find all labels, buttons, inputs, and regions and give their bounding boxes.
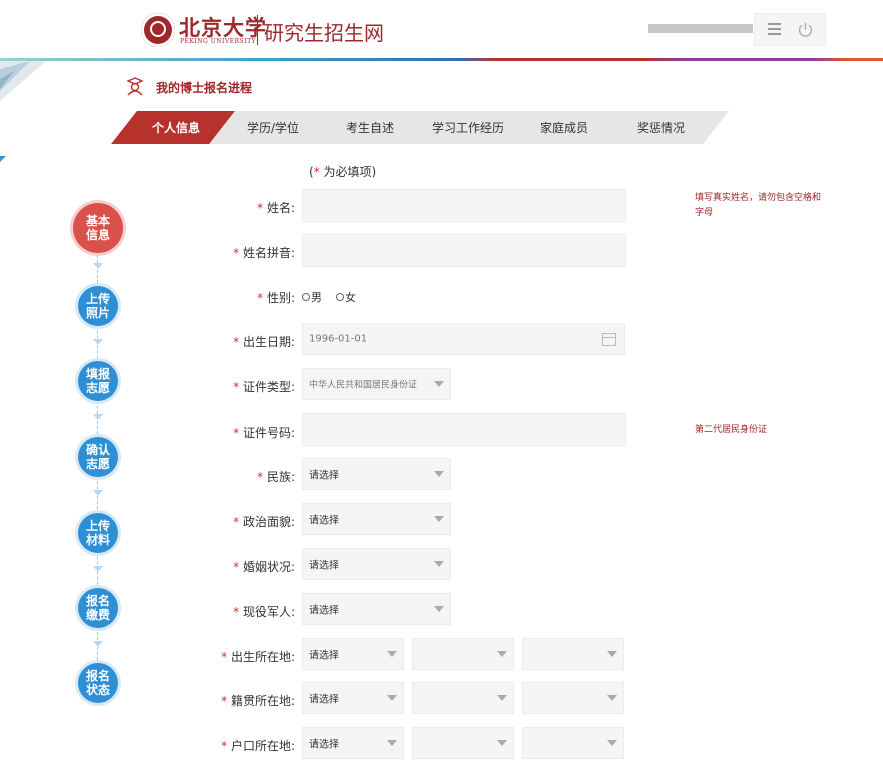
name-input[interactable] — [302, 189, 626, 222]
native-city-select[interactable] — [412, 682, 514, 714]
step-basic-info[interactable]: 基本信息 — [73, 203, 123, 253]
gender-radio-group: 男 女 — [302, 289, 370, 305]
site-header: 北京大学 PEKING UNIVERSITY 研究生招生网 — [0, 0, 883, 58]
header-toolbox — [754, 13, 826, 46]
graduate-icon — [126, 77, 144, 96]
nation-select[interactable]: 请选择 — [302, 458, 451, 490]
progress-title: 我的博士报名进程 — [156, 81, 253, 95]
native-label: * 籍贯所在地: — [221, 694, 295, 708]
birthplace-province-select[interactable]: 请选择 — [302, 638, 404, 670]
marital-select[interactable]: 请选择 — [302, 548, 451, 580]
step-upload-photo[interactable]: 上传照片 — [78, 286, 118, 326]
chevron-down-icon — [497, 695, 507, 701]
university-seal-icon[interactable] — [141, 13, 175, 47]
name-label: * 姓名: — [257, 201, 295, 215]
step-arrow-icon — [93, 339, 103, 345]
pinyin-input[interactable] — [302, 234, 626, 267]
hukou-province-select[interactable]: 请选择 — [302, 727, 404, 759]
nation-value: 请选择 — [309, 470, 339, 482]
step-confirm-application[interactable]: 确认志愿 — [78, 437, 118, 477]
chevron-down-icon — [434, 516, 444, 522]
decorative-triangle — [0, 156, 6, 162]
idtype-label: * 证件类型: — [233, 380, 295, 394]
gender-female-option[interactable]: 女 — [336, 289, 356, 305]
idno-input[interactable] — [302, 413, 626, 446]
birthplace-label: * 出生所在地: — [221, 650, 295, 664]
power-icon[interactable] — [797, 21, 814, 38]
chevron-down-icon — [607, 740, 617, 746]
nation-label: * 民族: — [257, 470, 295, 484]
birth-label: * 出生日期: — [233, 335, 295, 349]
radio-male[interactable] — [302, 293, 310, 301]
idno-hint: 第二代居民身份证 — [695, 425, 768, 435]
chevron-down-icon — [497, 740, 507, 746]
pinyin-label: * 姓名拼音: — [233, 246, 295, 260]
radio-female[interactable] — [336, 293, 344, 301]
chevron-down-icon — [434, 606, 444, 612]
chevron-down-icon — [497, 651, 507, 657]
decorative-corner — [0, 61, 46, 101]
chevron-down-icon — [387, 740, 397, 746]
chevron-down-icon — [387, 651, 397, 657]
gender-male-option[interactable]: 男 — [302, 289, 322, 305]
military-label: * 现役军人: — [233, 605, 295, 619]
idtype-value: 中华人民共和国居民身份证 — [309, 380, 418, 391]
political-label: * 政治面貌: — [233, 515, 295, 529]
logo-divider — [257, 15, 258, 45]
hukou-label: * 户口所在地: — [221, 739, 295, 753]
step-payment[interactable]: 报名缴费 — [78, 588, 118, 628]
site-title[interactable]: 研究生招生网 — [264, 17, 384, 46]
color-stripe — [0, 58, 883, 61]
step-arrow-icon — [93, 490, 103, 496]
native-province-value: 请选择 — [309, 694, 339, 706]
step-arrow-icon — [93, 414, 103, 420]
birth-date-input[interactable]: 1996-01-01 — [302, 323, 625, 355]
marital-value: 请选择 — [309, 560, 339, 572]
birth-date-value: 1996-01-01 — [309, 333, 368, 345]
step-status[interactable]: 报名状态 — [78, 663, 118, 703]
step-arrow-icon — [93, 641, 103, 647]
gender-label: * 性别: — [257, 291, 295, 305]
chevron-down-icon — [434, 381, 444, 387]
military-select[interactable]: 请选择 — [302, 593, 451, 625]
military-value: 请选择 — [309, 605, 339, 617]
menu-icon[interactable] — [768, 23, 781, 36]
chevron-down-icon — [607, 651, 617, 657]
hukou-district-select[interactable] — [522, 727, 624, 759]
political-select[interactable]: 请选择 — [302, 503, 451, 535]
chevron-down-icon — [434, 561, 444, 567]
native-district-select[interactable] — [522, 682, 624, 714]
step-arrow-icon — [93, 566, 103, 572]
required-note: (* 为必填项) — [309, 165, 377, 179]
hukou-province-value: 请选择 — [309, 739, 339, 751]
birthplace-city-select[interactable] — [412, 638, 514, 670]
marital-label: * 婚姻状况: — [233, 560, 295, 574]
birthplace-province-value: 请选择 — [309, 650, 339, 662]
user-name-redacted — [648, 24, 753, 33]
name-hint: 填写真实姓名，请勿包含空格和字母 — [695, 193, 822, 218]
chevron-down-icon — [434, 471, 444, 477]
birthplace-district-select[interactable] — [522, 638, 624, 670]
step-fill-application[interactable]: 填报志愿 — [78, 361, 118, 401]
idno-label: * 证件号码: — [233, 426, 295, 440]
calendar-icon[interactable] — [602, 333, 616, 346]
tab-rewards[interactable]: 奖惩情况 — [603, 119, 719, 136]
chevron-down-icon — [387, 695, 397, 701]
native-province-select[interactable]: 请选择 — [302, 682, 404, 714]
political-value: 请选择 — [309, 515, 339, 527]
hukou-city-select[interactable] — [412, 727, 514, 759]
idtype-select[interactable]: 中华人民共和国居民身份证 — [302, 368, 451, 400]
logo-english: PEKING UNIVERSITY — [180, 38, 257, 45]
step-arrow-icon — [93, 263, 103, 269]
chevron-down-icon — [607, 695, 617, 701]
step-upload-materials[interactable]: 上传材料 — [78, 513, 118, 553]
